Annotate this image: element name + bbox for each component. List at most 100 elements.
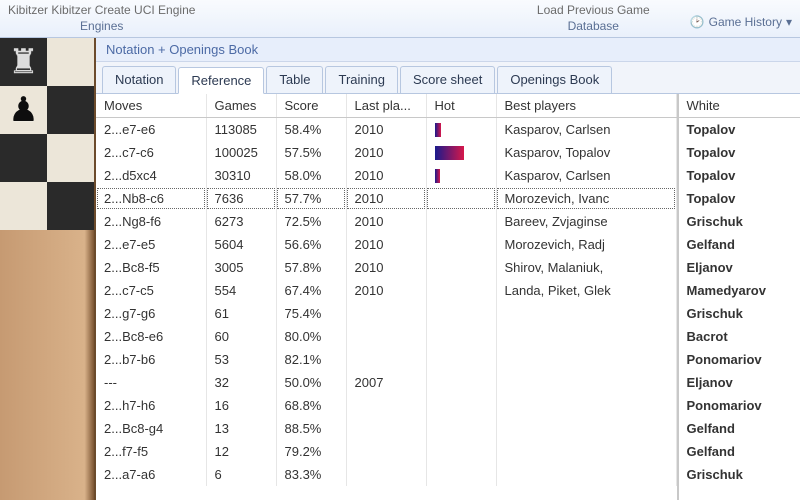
tab-training[interactable]: Training: [325, 66, 397, 93]
reference-table-container: MovesGamesScoreLast pla...HotBest player…: [96, 94, 678, 500]
cell: 2...f7-f5: [96, 440, 206, 463]
white-player-row[interactable]: Grischuk: [679, 210, 800, 233]
chessboard-strip: ♜ ♟: [0, 38, 96, 500]
cell: 6273: [206, 210, 276, 233]
board-square[interactable]: [47, 182, 94, 230]
table-row[interactable]: 2...Nb8-c6763657.7%2010Morozevich, Ivanc: [96, 187, 676, 210]
cell: 80.0%: [276, 325, 346, 348]
table-row[interactable]: 2...c7-c555467.4%2010Landa, Piket, Glek: [96, 279, 676, 302]
tab-notation[interactable]: Notation: [102, 66, 176, 93]
cell: 2010: [346, 210, 426, 233]
table-row[interactable]: 2...Bc8-e66080.0%: [96, 325, 676, 348]
table-row[interactable]: 2...Bc8-g41388.5%: [96, 417, 676, 440]
board-square[interactable]: ♜: [0, 38, 47, 86]
pawn-icon: ♟: [8, 90, 38, 130]
cell: Kasparov, Carlsen: [496, 164, 676, 187]
white-player-row[interactable]: Topalov: [679, 187, 800, 210]
table-row[interactable]: 2...b7-b65382.1%: [96, 348, 676, 371]
cell: 57.5%: [276, 141, 346, 164]
white-player-row[interactable]: Ponomariov: [679, 348, 800, 371]
white-player-row[interactable]: Bacrot: [679, 325, 800, 348]
ribbon-group-database: Load Previous Game Database: [537, 3, 650, 37]
cell: 2...e7-e6: [96, 118, 206, 142]
cell: Shirov, Malaniuk,: [496, 256, 676, 279]
cell: [346, 394, 426, 417]
cell: [496, 417, 676, 440]
tab-bar: NotationReferenceTableTrainingScore shee…: [96, 62, 800, 94]
cell: 2...e7-e5: [96, 233, 206, 256]
table-row[interactable]: 2...f7-f51279.2%: [96, 440, 676, 463]
cell: Morozevich, Ivanc: [496, 187, 676, 210]
table-row[interactable]: 2...c7-c610002557.5%2010Kasparov, Topalo…: [96, 141, 676, 164]
cell: [346, 325, 426, 348]
panel-title: Notation + Openings Book: [96, 38, 800, 62]
cell: 5604: [206, 233, 276, 256]
white-player-row[interactable]: Gelfand: [679, 233, 800, 256]
cell: 2007: [346, 371, 426, 394]
white-player-row[interactable]: Mamedyarov: [679, 279, 800, 302]
table-row[interactable]: 2...e7-e5560456.6%2010Morozevich, Radj: [96, 233, 676, 256]
white-player-row[interactable]: Eljanov: [679, 371, 800, 394]
cell: 2...c7-c6: [96, 141, 206, 164]
board-square[interactable]: [47, 38, 94, 86]
white-player-row[interactable]: Topalov: [679, 141, 800, 164]
table-row[interactable]: 2...g7-g66175.4%: [96, 302, 676, 325]
cell: [346, 348, 426, 371]
board-square[interactable]: [0, 134, 47, 182]
white-player-row[interactable]: Eljanov: [679, 256, 800, 279]
tab-table[interactable]: Table: [266, 66, 323, 93]
cell: [426, 279, 496, 302]
cell: 67.4%: [276, 279, 346, 302]
ribbon-engines-items[interactable]: Kibitzer Kibitzer Create UCI Engine: [8, 3, 195, 17]
table-row[interactable]: 2...Bc8-f5300557.8%2010Shirov, Malaniuk,: [96, 256, 676, 279]
table-row[interactable]: 2...a7-a6683.3%: [96, 463, 676, 486]
white-player-row[interactable]: Gelfand: [679, 440, 800, 463]
column-header-last-pla-[interactable]: Last pla...: [346, 94, 426, 118]
board-square[interactable]: ♟: [0, 86, 47, 134]
cell: [496, 302, 676, 325]
white-player-row[interactable]: Topalov: [679, 164, 800, 187]
white-player-row[interactable]: Gelfand: [679, 417, 800, 440]
column-header-best-players[interactable]: Best players: [496, 94, 676, 118]
white-player-row[interactable]: Grischuk: [679, 463, 800, 486]
column-header-hot[interactable]: Hot: [426, 94, 496, 118]
cell: 2...c7-c5: [96, 279, 206, 302]
board-square[interactable]: [47, 86, 94, 134]
table-row[interactable]: 2...h7-h61668.8%: [96, 394, 676, 417]
table-row[interactable]: 2...e7-e611308558.4%2010Kasparov, Carlse…: [96, 118, 676, 142]
ribbon-database-label: Database: [537, 17, 650, 37]
cell: 2010: [346, 233, 426, 256]
cell: 32: [206, 371, 276, 394]
tab-reference[interactable]: Reference: [178, 67, 264, 94]
cell: 75.4%: [276, 302, 346, 325]
column-header-moves[interactable]: Moves: [96, 94, 206, 118]
cell: 61: [206, 302, 276, 325]
tab-score-sheet[interactable]: Score sheet: [400, 66, 495, 93]
board-square[interactable]: [47, 134, 94, 182]
ribbon-database-items[interactable]: Load Previous Game: [537, 3, 650, 17]
cell: [496, 463, 676, 486]
cell: 2...b7-b6: [96, 348, 206, 371]
cell: [346, 440, 426, 463]
board-square[interactable]: [0, 182, 47, 230]
table-row[interactable]: 2...Ng8-f6627372.5%2010Bareev, Zvjaginse: [96, 210, 676, 233]
cell: 2...Bc8-g4: [96, 417, 206, 440]
table-row[interactable]: 2...d5xc43031058.0%2010Kasparov, Carlsen: [96, 164, 676, 187]
cell: [496, 325, 676, 348]
cell: 56.6%: [276, 233, 346, 256]
cell: 72.5%: [276, 210, 346, 233]
white-players-column: White TopalovTopalovTopalovTopalovGrisch…: [678, 94, 800, 500]
table-row[interactable]: ---3250.0%2007: [96, 371, 676, 394]
white-player-row[interactable]: Ponomariov: [679, 394, 800, 417]
cell: 2...a7-a6: [96, 463, 206, 486]
column-header-score[interactable]: Score: [276, 94, 346, 118]
column-header-games[interactable]: Games: [206, 94, 276, 118]
cell: 60: [206, 325, 276, 348]
reference-table: MovesGamesScoreLast pla...HotBest player…: [96, 94, 677, 486]
cell: [496, 348, 676, 371]
white-player-row[interactable]: Grischuk: [679, 302, 800, 325]
white-player-row[interactable]: Topalov: [679, 118, 800, 141]
tab-openings-book[interactable]: Openings Book: [497, 66, 612, 93]
game-history-button[interactable]: 🕑 Game History ▾: [690, 15, 792, 37]
white-column-header[interactable]: White: [679, 94, 800, 118]
